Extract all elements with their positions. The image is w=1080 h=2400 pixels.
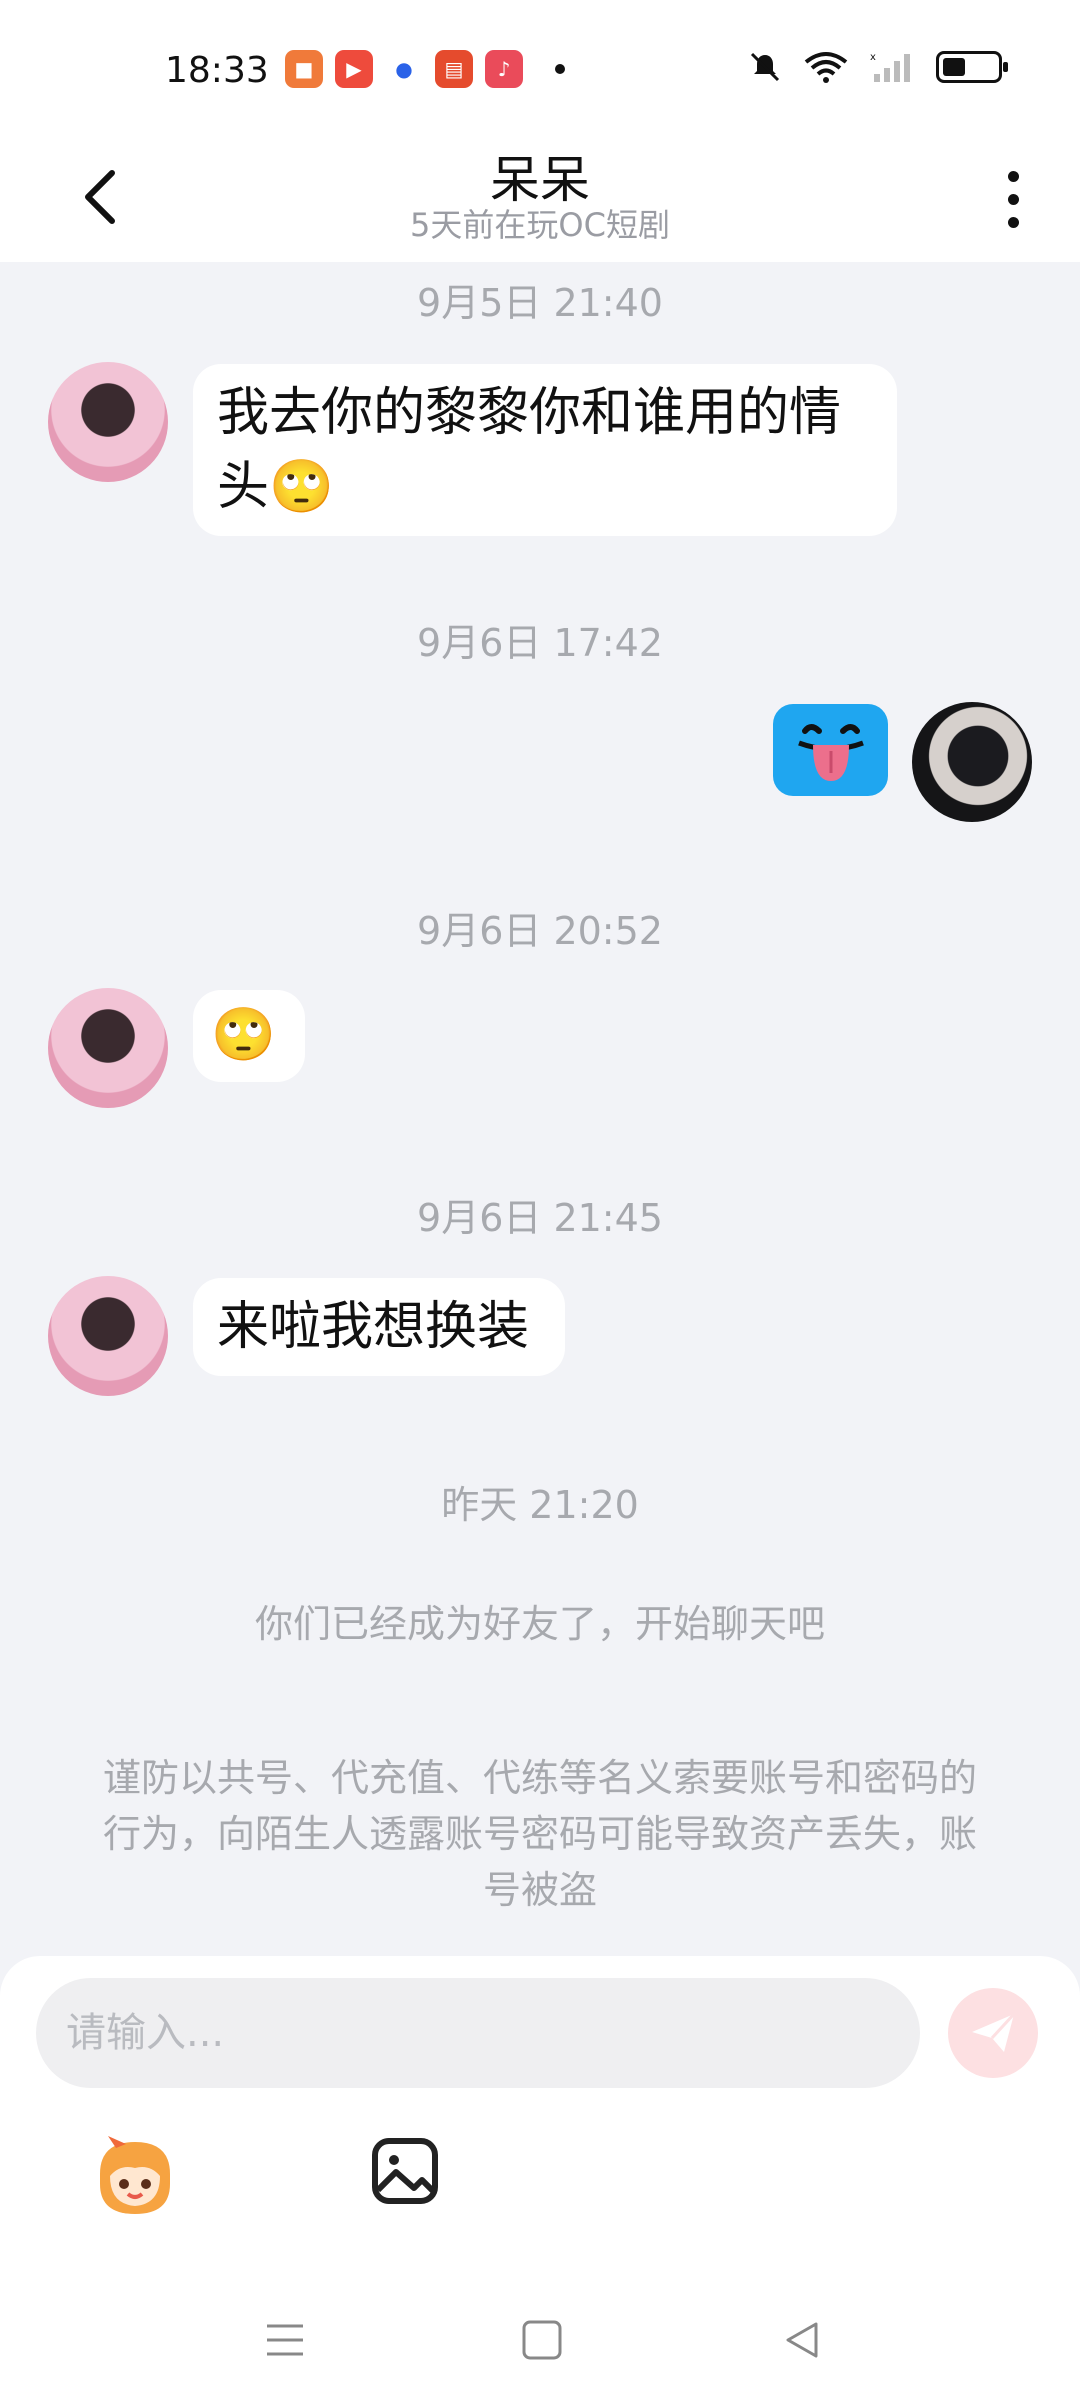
home-nav-button[interactable] [512, 2310, 572, 2370]
more-dot [1007, 193, 1019, 205]
svg-text:x: x [870, 52, 876, 63]
book-app-icon: ■ [285, 50, 323, 88]
status-time: 18:33 [165, 50, 269, 91]
system-nav-bar [0, 2270, 1080, 2400]
message-input[interactable] [36, 1978, 920, 2088]
status-icons: x [748, 50, 1008, 84]
contact-avatar[interactable] [48, 988, 168, 1108]
status-app-icons: ■ ▶ ● ▤ ♪ [285, 50, 565, 88]
menu-nav-button[interactable] [255, 2310, 315, 2370]
security-warning-notice: 谨防以共号、代充值、代练等名义索要账号和密码的行为，向陌生人透露账号密码可能导致… [102, 1756, 977, 1912]
triangle-back-icon [786, 2322, 818, 2358]
music-app-icon: ♪ [485, 50, 523, 88]
more-options-button[interactable] [988, 164, 1038, 234]
message-timestamp: 昨天 21:20 [441, 1483, 639, 1527]
more-dot [1007, 216, 1019, 228]
wifi-icon [804, 52, 848, 83]
message-timestamp: 9月5日 21:40 [417, 281, 663, 325]
square-home-icon [522, 2320, 562, 2360]
friend-added-notice: 你们已经成为好友了，开始聊天吧 [254, 1602, 825, 1646]
menu-icon [267, 2324, 303, 2356]
contact-status: 5天前在玩OC短剧 [410, 206, 670, 244]
incoming-message[interactable]: 🙄 [193, 990, 305, 1082]
message-timestamp: 9月6日 21:45 [417, 1196, 663, 1240]
image-button[interactable] [370, 2136, 440, 2206]
message-timestamp: 9月6日 20:52 [417, 909, 663, 953]
contact-avatar[interactable] [48, 1276, 168, 1396]
tongue-face-sticker-icon [797, 724, 864, 781]
my-avatar[interactable] [912, 702, 1032, 822]
baidu-app-icon: ● [385, 50, 423, 88]
mute-bell-icon [750, 52, 780, 82]
listen-app-icon: ▤ [435, 50, 473, 88]
signal-icon: x [870, 52, 910, 82]
paper-plane-icon [972, 2012, 1016, 2052]
message-timestamp: 9月6日 17:42 [417, 621, 663, 665]
back-nav-button[interactable] [772, 2310, 832, 2370]
mascot-face-icon [100, 2136, 170, 2214]
outgoing-sticker-message[interactable] [773, 704, 888, 796]
contact-avatar[interactable] [48, 362, 168, 482]
incoming-message[interactable]: 我去你的黎黎你和谁用的情头🙄 [193, 364, 897, 536]
incoming-message[interactable]: 来啦我想换装 [193, 1278, 565, 1376]
video-app-icon: ▶ [335, 50, 373, 88]
status-bar: 18:33 ■ ▶ ● ▤ ♪ x [0, 0, 1080, 140]
chat-header: 呆呆 5天前在玩OC短剧 [0, 140, 1080, 262]
image-icon [372, 2138, 438, 2204]
battery-icon [936, 51, 1008, 83]
notification-dot [555, 64, 565, 74]
send-button[interactable] [948, 1988, 1038, 2078]
sticker-button[interactable] [90, 2134, 180, 2224]
more-dot [1007, 170, 1019, 182]
